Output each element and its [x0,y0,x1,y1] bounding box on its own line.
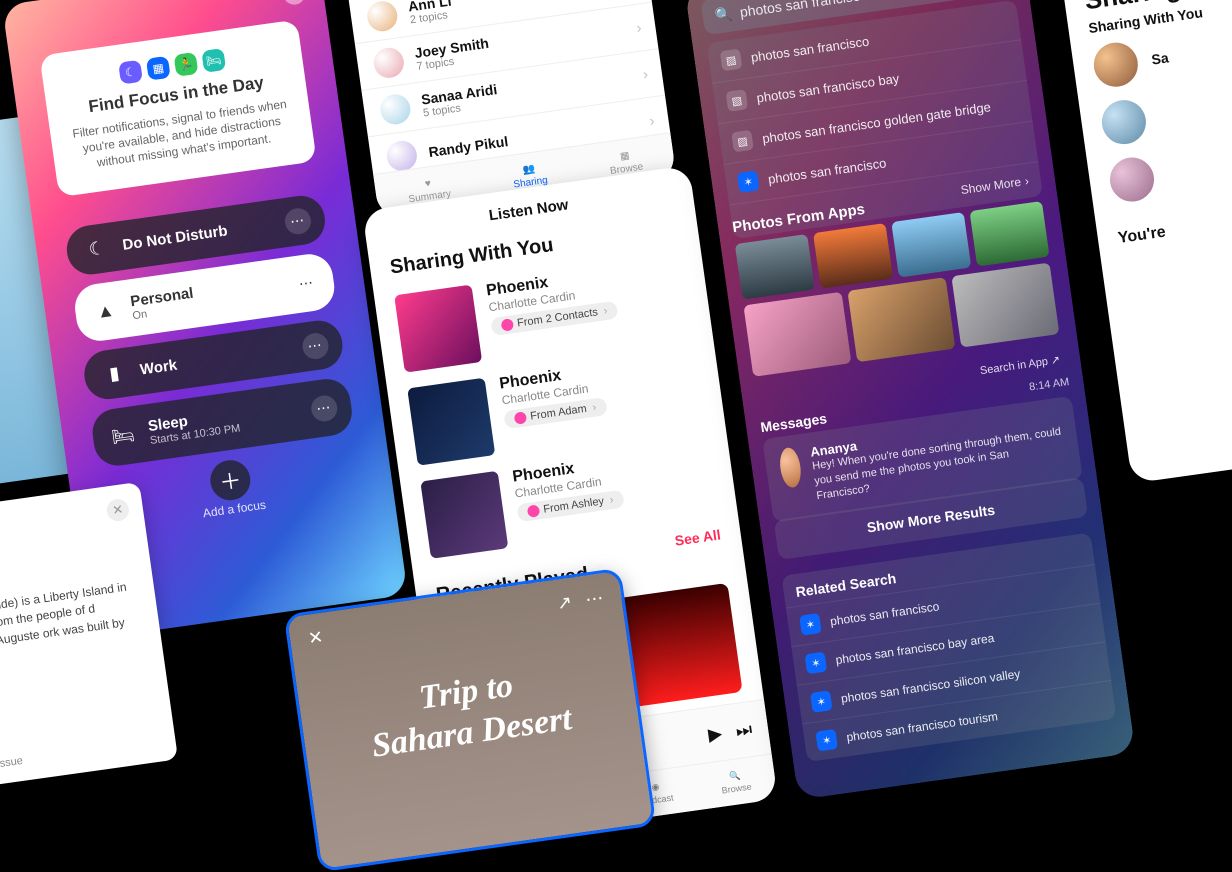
photo-icon: ▧ [726,89,749,112]
search-icon: 🔍 [729,770,742,782]
heart-icon: ♥ [424,178,431,190]
grid-icon: ▦ [619,150,630,162]
chevron-right-icon: › [609,494,614,506]
bed-icon: 🛏 [110,424,137,448]
friend-row[interactable] [1107,134,1232,204]
doc-body: …tening the le monde) is a Liberty Islan… [0,578,138,663]
safari-icon: ✶ [799,613,822,636]
chevron-right-icon: › [603,305,608,317]
play-icon[interactable]: ▶ [707,723,724,746]
share-icon[interactable]: ↗ [556,592,574,614]
photo-icon: ▧ [731,130,754,153]
more-icon[interactable]: ⋯ [584,587,605,609]
chevron-right-icon: › [592,401,597,413]
trip-card[interactable]: ✕ ↗ ⋯ Trip to Sahara Desert [284,568,657,872]
forward-icon[interactable]: ⏭ [734,718,753,741]
avatar [378,92,412,126]
photo-icon: ▧ [720,49,743,72]
friend-row[interactable] [1099,77,1232,147]
safari-icon: ✶ [805,652,828,675]
safari-icon: ✶ [737,170,760,193]
badge-icon: ▮ [101,362,128,386]
people-icon: 👥 [522,163,536,176]
bed-icon: 🛏 [201,48,226,73]
calendar-icon: ▦ [146,56,171,81]
tab-search[interactable]: 🔍Browse [719,769,752,796]
close-icon[interactable]: ✕ [307,627,325,650]
avatar [501,318,515,332]
person-icon: ▲ [92,299,119,323]
avatar [527,504,541,518]
more-icon[interactable]: ⋯ [292,269,321,298]
search-icon: 🔍 [714,5,734,24]
run-icon: 🏃 [174,52,199,77]
album-art [420,471,508,559]
avatar [514,411,528,425]
safari-icon: ✶ [815,729,838,752]
chevron-right-icon: › [648,112,655,130]
sharing-youre: You're [1117,204,1232,248]
avatar [1099,97,1149,147]
safari-icon: ✶ [810,690,833,713]
album-art [394,285,482,373]
trip-title: Trip to Sahara Desert [328,653,611,772]
album-art [407,378,495,466]
avatar [1107,155,1157,205]
moon-icon: ☾ [118,60,143,85]
more-icon[interactable]: ⋯ [301,331,330,360]
close-icon[interactable]: ✕ [105,498,130,523]
chevron-right-icon: › [642,65,649,83]
add-focus-button[interactable]: ＋ [208,458,253,503]
chevron-right-icon: › [635,19,642,37]
more-icon[interactable]: ⋯ [310,393,339,422]
more-icon[interactable]: ⋯ [283,206,312,235]
avatar [778,446,803,488]
avatar [365,0,399,33]
moon-icon: ☾ [84,237,111,261]
report-issue-link[interactable]: Report Content Issue [0,755,24,781]
avatar [372,46,406,80]
avatar [1091,40,1141,90]
